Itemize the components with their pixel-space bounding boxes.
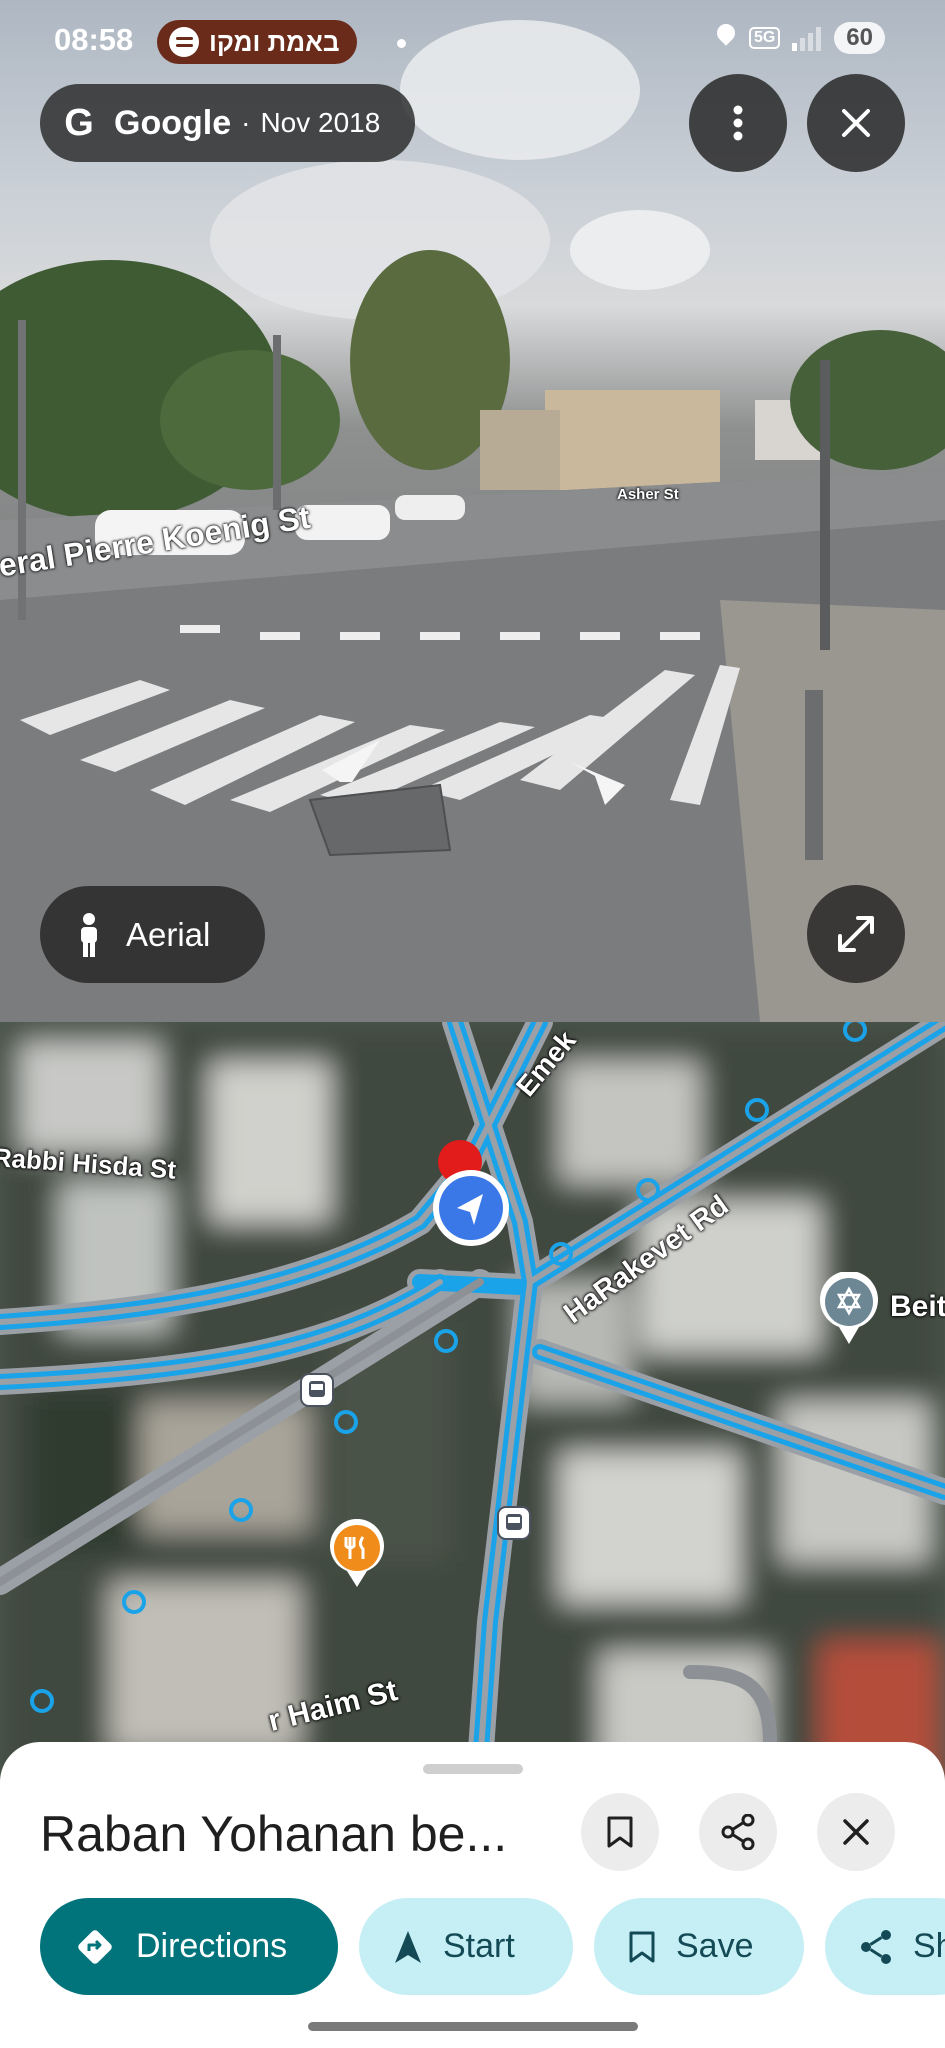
capture-date: Nov 2018 (260, 107, 381, 138)
media-text: באמת ומקו (209, 26, 340, 57)
separator: · (241, 107, 251, 138)
pegman-icon (81, 912, 97, 957)
share-icon (721, 1814, 755, 1850)
bookmark-icon (629, 1931, 655, 1962)
vertical-dots-icon (733, 105, 743, 141)
media-notification[interactable]: באמת ומקו (157, 20, 358, 64)
expand-button[interactable] (807, 885, 905, 983)
bus-stop-icon[interactable] (497, 1506, 531, 1540)
save-place-button[interactable] (581, 1793, 659, 1871)
navigation-arrow-icon (395, 1930, 421, 1963)
share-label: Sh (913, 1927, 945, 1965)
signal-icon (792, 25, 822, 51)
battery-indicator: 60 (834, 22, 885, 54)
google-g-icon: G (64, 101, 94, 144)
street-view-panel[interactable]: eral Pierre Koenig St Asher St 08:58 באמ… (0, 0, 945, 1022)
start-label: Start (443, 1927, 515, 1965)
save-label: Save (676, 1927, 754, 1965)
synagogue-icon[interactable] (817, 1272, 881, 1346)
more-options-button[interactable] (689, 74, 787, 172)
close-icon (842, 109, 870, 137)
directions-label: Directions (136, 1927, 288, 1965)
directions-icon (78, 1929, 112, 1964)
street-label-side: Asher St (617, 486, 679, 503)
close-sheet-button[interactable] (817, 1793, 895, 1871)
network-badge: 5G (748, 27, 781, 49)
bus-stop-icon[interactable] (300, 1373, 334, 1407)
close-street-view-button[interactable] (807, 74, 905, 172)
location-icon (715, 24, 737, 52)
brand-name: Google (114, 103, 232, 142)
save-button[interactable]: Save (594, 1898, 804, 1995)
restaurant-icon[interactable] (327, 1519, 387, 1589)
close-icon (843, 1819, 869, 1845)
bookmark-icon (607, 1816, 633, 1848)
share-place-button[interactable] (699, 1793, 777, 1871)
notification-dot-icon (397, 39, 406, 48)
share-button[interactable]: Sh (825, 1898, 945, 1995)
map-label-beit: Beit (890, 1290, 945, 1323)
aerial-label: Aerial (126, 915, 211, 953)
place-title: Raban Yohanan be... (40, 1806, 508, 1862)
imagery-info-pill[interactable]: G Google · Nov 2018 (40, 84, 415, 162)
directions-button[interactable]: Directions (40, 1898, 338, 1995)
sheet-drag-handle[interactable] (423, 1764, 523, 1774)
my-location-icon[interactable] (430, 1167, 512, 1249)
aerial-toggle-button[interactable]: Aerial (40, 886, 265, 983)
start-navigation-button[interactable]: Start (359, 1898, 573, 1995)
system-gesture-bar[interactable] (308, 2022, 638, 2031)
status-bar: 08:58 באמת ומקו 5G 60 (0, 0, 945, 84)
spotify-icon (169, 27, 199, 57)
status-icons: 5G 60 (715, 22, 885, 54)
place-bottom-sheet[interactable]: Raban Yohanan be... Directions Start Sav… (0, 1742, 945, 2048)
share-icon (861, 1929, 891, 1964)
status-time: 08:58 (54, 22, 134, 57)
expand-icon (838, 916, 874, 952)
